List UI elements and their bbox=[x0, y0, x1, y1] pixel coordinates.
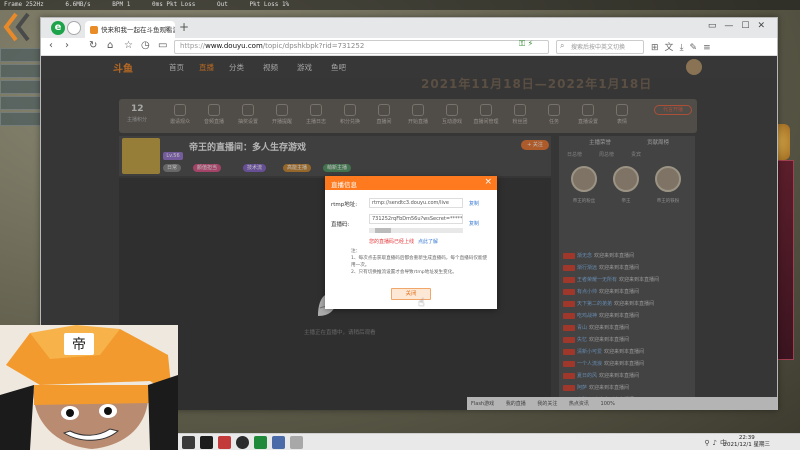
stream-key-label: 直播码: bbox=[331, 222, 350, 228]
warning-text: 您的直播码已经上线 点此了解 bbox=[369, 239, 439, 245]
extension-icon[interactable]: ✎ bbox=[690, 43, 704, 53]
close-button[interactable]: 关闭 bbox=[391, 288, 431, 300]
url-path: /topic/dpshkbpk?rid=731252 bbox=[262, 42, 365, 50]
browser-logo-icon[interactable]: e bbox=[51, 21, 65, 35]
stream-info-dialog: 直播信息 × rtmp地址: rtmp://sendtc3.douyu.com/… bbox=[325, 176, 497, 309]
mouse-cursor-icon: ☝ bbox=[418, 296, 425, 309]
close-icon[interactable]: × bbox=[484, 177, 492, 187]
taskbar-app-icon[interactable] bbox=[236, 436, 249, 449]
game-menu-button[interactable] bbox=[0, 80, 44, 94]
tab-douyu[interactable]: 快来和我一起在斗鱼观看游戏! × bbox=[85, 21, 175, 38]
volume-icon[interactable]: ♪ bbox=[713, 439, 720, 447]
taskbar-app-icon[interactable] bbox=[254, 436, 267, 449]
search-input[interactable]: 搜索后按中英文切换 bbox=[556, 40, 644, 54]
window-controls: ▭—☐✕ bbox=[708, 21, 773, 31]
hud-stat-text: 0ms Pkt Loss bbox=[151, 1, 196, 8]
game-menu-button[interactable] bbox=[0, 48, 44, 62]
network-icon[interactable]: ⚲ bbox=[704, 439, 712, 447]
game-menu-button[interactable] bbox=[0, 96, 44, 110]
copy-key-button[interactable]: 复制 bbox=[469, 220, 479, 227]
taskbar-app-icon[interactable] bbox=[272, 436, 285, 449]
dialog-notes: 注： 1、每次点击获取直播码后都会重新生成直播码，每个直播码仅能使用一次。 2、… bbox=[351, 248, 491, 276]
restore-icon[interactable]: ▭ bbox=[708, 21, 725, 31]
dialog-title: 直播信息 bbox=[331, 181, 357, 189]
minimize-icon[interactable]: — bbox=[724, 21, 741, 31]
note-line: 注： bbox=[351, 249, 361, 254]
home-icon[interactable]: ⌂ bbox=[107, 40, 113, 51]
clock-time: 22:39 bbox=[738, 435, 755, 441]
taskbar-clock[interactable]: 22:39 2021/12/1 星期三 bbox=[724, 435, 770, 449]
windows-taskbar: ⚲♪中 22:39 2021/12/1 星期三 bbox=[178, 433, 800, 450]
tab-close-icon[interactable]: × bbox=[164, 24, 171, 33]
hud-stat-text: Pkt Loss 1% bbox=[249, 1, 290, 8]
taskbar-app-icon[interactable] bbox=[290, 436, 303, 449]
copy-rtmp-button[interactable]: 复制 bbox=[469, 200, 479, 207]
taskbar-app-icon[interactable] bbox=[182, 436, 195, 449]
url-domain: www.douyu.com bbox=[205, 42, 263, 50]
note-line: 1、每次点击获取直播码后都会重新生成直播码，每个直播码仅能使用一次。 bbox=[351, 256, 488, 268]
maximize-icon[interactable]: ☐ bbox=[741, 21, 757, 31]
note-line: 2、只有切换推流设置才会导致rtmp地址发生变化。 bbox=[351, 270, 457, 275]
split-icon[interactable]: ⊞ bbox=[651, 43, 665, 53]
url-protocol: https:// bbox=[180, 42, 206, 50]
address-bar[interactable]: https://www.douyu.com/topic/dpshkbpk?rid… bbox=[174, 40, 549, 54]
webcam-overlay: 帝 bbox=[0, 325, 178, 450]
new-tab-button[interactable]: + bbox=[179, 20, 189, 34]
back-icon[interactable]: ‹ bbox=[49, 40, 53, 51]
menu-icon[interactable]: ≡ bbox=[703, 43, 717, 53]
dialog-header: 直播信息 × bbox=[325, 176, 497, 190]
clock-date: 2021/12/1 星期三 bbox=[723, 442, 770, 448]
tab-bar: e 快来和我一起在斗鱼观看游戏! × + ▭—☐✕ bbox=[41, 18, 777, 38]
rtmp-address-field[interactable]: rtmp://sendtc3.douyu.com/live bbox=[369, 198, 463, 208]
rtmp-label: rtmp地址: bbox=[331, 202, 358, 208]
taskbar-app-icon[interactable] bbox=[218, 436, 231, 449]
game-menu-button[interactable] bbox=[0, 112, 44, 126]
secure-lock-icon[interactable]: ⚿ ⚡ bbox=[519, 39, 533, 49]
game-menu-button[interactable] bbox=[0, 64, 44, 78]
tab-list-icon[interactable]: ▭ bbox=[158, 40, 167, 51]
scrollbar-thumb[interactable] bbox=[375, 228, 391, 233]
hud-stat-text: Out bbox=[216, 1, 228, 8]
game-stats-hud: Frame 252Hz 6.6MB/s BPM 1 0ms Pkt Loss O… bbox=[0, 0, 800, 10]
forward-icon[interactable]: › bbox=[65, 40, 69, 51]
taskbar-app-icon[interactable] bbox=[200, 436, 213, 449]
refresh-icon[interactable]: ↻ bbox=[89, 40, 97, 51]
game-side-menu bbox=[0, 46, 44, 128]
learn-more-link[interactable]: 点此了解 bbox=[418, 239, 438, 245]
extension-icons: ⊞文⤓✎≡ bbox=[651, 40, 717, 53]
back-arrows-icon bbox=[3, 12, 30, 42]
hud-stat-text: BPM 1 bbox=[112, 1, 131, 8]
field-scrollbar[interactable] bbox=[369, 228, 463, 233]
download-icon[interactable]: ⤓ bbox=[680, 43, 690, 53]
hud-stat-text: Frame 252Hz bbox=[4, 1, 44, 8]
douyu-favicon-icon bbox=[90, 26, 98, 34]
bookmark-star-icon[interactable]: ☆ bbox=[124, 40, 133, 51]
close-icon[interactable]: ✕ bbox=[757, 21, 773, 31]
history-icon[interactable]: ◷ bbox=[141, 40, 150, 51]
svg-text:帝: 帝 bbox=[72, 337, 86, 353]
browser-toolbar: ‹ › ↻ ⌂ ☆ ◷ ▭ https://www.douyu.com/topi… bbox=[41, 38, 777, 56]
stream-key-field[interactable]: 731252rqFbDm56u?wsSecret=******** bbox=[369, 214, 463, 224]
hud-stat-text: 6.6MB/s bbox=[65, 1, 91, 8]
browser-menu-icon[interactable] bbox=[67, 21, 81, 35]
translate-icon[interactable]: 文 bbox=[665, 43, 680, 53]
